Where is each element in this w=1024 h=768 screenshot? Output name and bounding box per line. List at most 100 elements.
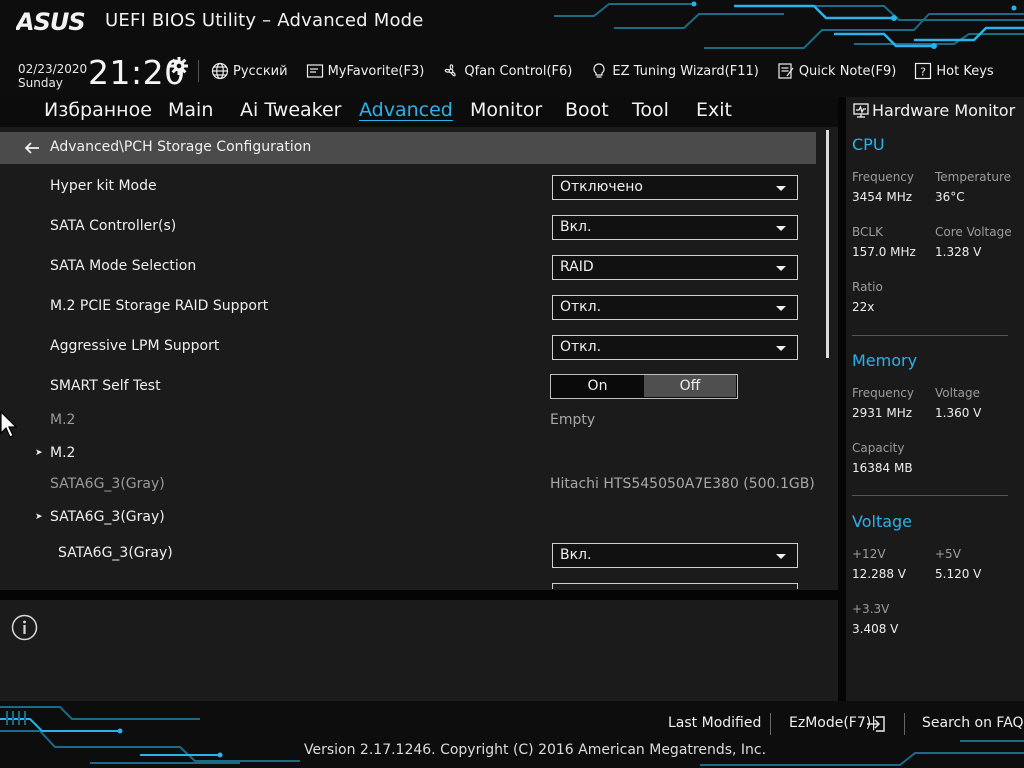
language-label: Русский xyxy=(233,63,288,79)
aggressive-lpm-value: Откл. xyxy=(560,339,602,355)
voltage-heading: Voltage xyxy=(852,512,913,531)
help-icon: ? xyxy=(915,62,932,80)
copyright-text: Version 2.17.1246. Copyright (C) 2016 Am… xyxy=(304,742,767,758)
v5-value: 5.120 V xyxy=(935,567,982,581)
sata-mode-label: SATA Mode Selection xyxy=(50,258,197,274)
bulb-icon xyxy=(593,63,605,78)
tab-monitor[interactable]: Monitor xyxy=(470,99,542,121)
m2-info-label: M.2 xyxy=(50,412,76,428)
aggressive-lpm-select[interactable]: Откл. xyxy=(552,335,798,360)
header-bar: ASUS UEFI BIOS Utility – Advanced Mode 0… xyxy=(0,0,1024,97)
last-modified-button[interactable]: Last Modified xyxy=(668,715,761,731)
dropdown-caret-icon xyxy=(776,226,786,231)
hot-keys-label: Hot Keys xyxy=(936,63,994,79)
footer-divider xyxy=(904,713,905,735)
gear-icon[interactable] xyxy=(170,57,188,75)
cpu-frequency-value: 3454 MHz xyxy=(852,190,913,204)
cpu-heading: CPU xyxy=(852,135,885,154)
v33-label: +3.3V xyxy=(852,602,890,616)
tab-advanced[interactable]: Advanced xyxy=(359,99,453,121)
language-button[interactable]: Русский xyxy=(211,62,288,80)
sata-mode-value: RAID xyxy=(560,259,594,275)
quick-note-button[interactable]: Quick Note(F9) xyxy=(777,62,896,80)
globe-icon xyxy=(211,62,229,80)
settings-content: Advanced\PCH Storage Configuration Hyper… xyxy=(0,127,838,590)
m2-info-value: Empty xyxy=(550,412,596,428)
qfan-control-button[interactable]: Qfan Control(F6) xyxy=(442,62,572,80)
exit-icon[interactable] xyxy=(866,716,886,732)
tab-favorites[interactable]: Избранное xyxy=(44,99,152,121)
back-arrow-icon[interactable] xyxy=(24,140,40,156)
sata-controller-value: Вкл. xyxy=(560,219,592,235)
memory-voltage-value: 1.360 V xyxy=(935,406,982,420)
hyper-kit-mode-select[interactable]: Отключено xyxy=(552,175,798,200)
footer-divider xyxy=(770,713,771,735)
aggressive-lpm-label: Aggressive LPM Support xyxy=(50,338,220,354)
section-divider xyxy=(852,495,1008,496)
toolbar-divider xyxy=(198,60,199,82)
memory-frequency-value: 2931 MHz xyxy=(852,406,913,420)
memory-voltage-label: Voltage xyxy=(935,386,981,400)
sata-controller-select[interactable]: Вкл. xyxy=(552,215,798,240)
fan-icon xyxy=(445,64,457,77)
sata6g-port-value: Вкл. xyxy=(560,547,592,563)
tab-tool[interactable]: Tool xyxy=(632,99,669,121)
current-date: 02/23/2020 xyxy=(18,62,88,76)
breadcrumb-path: Advanced\PCH Storage Configuration xyxy=(50,139,312,155)
breadcrumb: Advanced\PCH Storage Configuration xyxy=(0,132,816,164)
bclk-value: 157.0 MHz xyxy=(852,245,916,259)
circuit-decoration xyxy=(554,1,1024,49)
app-title: UEFI BIOS Utility – Advanced Mode xyxy=(105,10,424,31)
info-icon xyxy=(11,614,38,641)
memory-capacity-value: 16384 MB xyxy=(852,461,913,475)
mouse-cursor xyxy=(0,411,17,438)
ez-tuning-wizard-button[interactable]: EZ Tuning Wizard(F11) xyxy=(590,62,759,80)
svg-text:?: ? xyxy=(920,66,926,79)
help-panel xyxy=(0,600,838,701)
m2-raid-support-select[interactable]: Откл. xyxy=(552,295,798,320)
v12-value: 12.288 V xyxy=(852,567,907,581)
myfavorite-icon xyxy=(306,64,323,78)
tab-ai-tweaker[interactable]: Ai Tweaker xyxy=(240,99,341,121)
m2-raid-support-value: Откл. xyxy=(560,299,602,315)
toolbar: Русский MyFavorite(F3) Qfan Control(F6) … xyxy=(198,58,1012,84)
smart-self-test-label: SMART Self Test xyxy=(50,378,161,394)
submenu-arrow-icon: ➤ xyxy=(35,448,43,458)
next-select-partial[interactable] xyxy=(552,583,798,589)
tab-main[interactable]: Main xyxy=(168,99,213,121)
m2-submenu[interactable]: M.2 xyxy=(50,445,75,461)
sata-mode-select[interactable]: RAID xyxy=(552,255,798,280)
ezmode-button[interactable]: EzMode(F7)| xyxy=(789,715,876,731)
section-divider xyxy=(852,335,1008,336)
asus-logo: ASUS xyxy=(16,8,86,34)
note-icon xyxy=(778,63,794,79)
sata6g-port-select[interactable]: Вкл. xyxy=(552,543,798,568)
content-scrollbar[interactable] xyxy=(826,130,829,358)
tab-boot[interactable]: Boot xyxy=(565,99,609,121)
memory-capacity-label: Capacity xyxy=(852,441,905,455)
sata-controller-label: SATA Controller(s) xyxy=(50,218,177,234)
myfavorite-button[interactable]: MyFavorite(F3) xyxy=(306,62,425,80)
core-voltage-value: 1.328 V xyxy=(935,245,982,259)
core-voltage-label: Core Voltage xyxy=(935,225,1012,239)
myfavorite-label: MyFavorite(F3) xyxy=(327,63,425,79)
ratio-value: 22x xyxy=(852,300,875,314)
hot-keys-button[interactable]: ? Hot Keys xyxy=(914,62,994,80)
tab-exit[interactable]: Exit xyxy=(696,99,732,121)
smart-self-test-toggle: On Off xyxy=(550,374,738,399)
date-block: 02/23/2020 Sunday xyxy=(18,62,87,90)
hyper-kit-mode-value: Отключено xyxy=(560,179,643,195)
main-tabs: Избранное Main Ai Tweaker Advanced Monit… xyxy=(0,97,838,127)
footer-bar: Last Modified EzMode(F7)| Search on FAQ … xyxy=(0,701,1024,768)
cpu-temperature-value: 36°C xyxy=(935,190,965,204)
dropdown-caret-icon xyxy=(776,186,786,191)
sata6g-info-label: SATA6G_3(Gray) xyxy=(50,476,165,492)
sata6g-submenu[interactable]: SATA6G_3(Gray) xyxy=(50,509,165,525)
svg-text:ASUS: ASUS xyxy=(16,8,85,34)
smart-on-option[interactable]: On xyxy=(551,375,644,397)
smart-off-option[interactable]: Off xyxy=(644,375,736,397)
hardware-monitor-title: Hardware Monitor xyxy=(872,101,1016,120)
cpu-frequency-label: Frequency xyxy=(852,170,914,184)
search-faq-button[interactable]: Search on FAQ xyxy=(922,715,1024,731)
v5-label: +5V xyxy=(935,547,961,561)
